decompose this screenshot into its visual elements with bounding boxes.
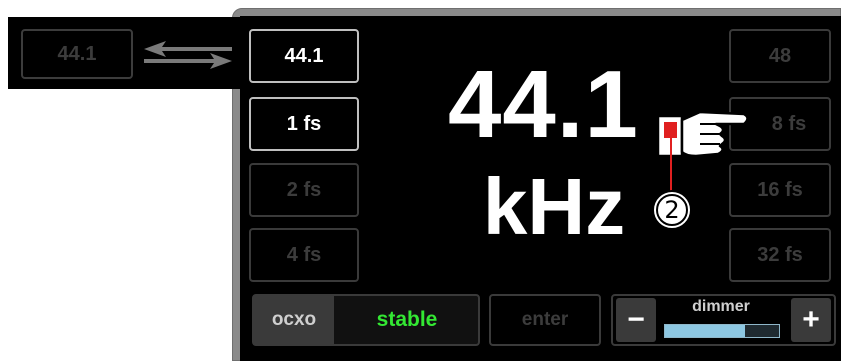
step-badge: 2	[652, 190, 692, 230]
dimmer-slider[interactable]	[664, 324, 780, 338]
rate-button-label: 2 fs	[286, 178, 322, 201]
minus-icon: −	[627, 303, 645, 336]
rate-button-48[interactable]: 48	[729, 29, 831, 83]
rate-button-2fs[interactable]: 2 fs	[249, 163, 359, 217]
dimmer-label: dimmer	[692, 298, 750, 315]
source-rate-label: 44.1	[57, 42, 97, 65]
enter-button[interactable]: enter	[489, 294, 601, 346]
rate-button-label: 32 fs	[757, 243, 803, 266]
dimmer-minus-button[interactable]: −	[616, 298, 656, 342]
ocxo-status-text: stable	[376, 308, 438, 331]
dimmer-level-fill	[665, 325, 745, 337]
rate-button-16fs[interactable]: 16 fs	[729, 163, 831, 217]
dimmer-plus-button[interactable]: +	[791, 298, 831, 342]
rate-button-4fs[interactable]: 4 fs	[249, 228, 359, 282]
frequency-readout: 44.1	[448, 51, 639, 158]
source-rate-box: 44.1	[21, 29, 133, 79]
rate-button-label: 8 fs	[771, 112, 807, 135]
pointer-connector-line	[670, 134, 672, 192]
step-number: 2	[656, 194, 688, 226]
enter-label: enter	[521, 309, 569, 330]
rate-button-label: 4 fs	[286, 243, 322, 266]
rate-button-label: 44.1	[284, 44, 324, 67]
left-right-arrows-icon	[144, 41, 232, 69]
rate-button-44-1[interactable]: 44.1	[249, 29, 359, 83]
rate-button-label: 1 fs	[286, 112, 322, 135]
plus-icon: +	[802, 303, 820, 336]
rate-button-label: 48	[768, 44, 792, 67]
frequency-unit: kHz	[482, 162, 626, 251]
rate-button-32fs[interactable]: 32 fs	[729, 228, 831, 282]
ocxo-label: ocxo	[254, 296, 334, 344]
rate-button-1fs[interactable]: 1 fs	[249, 97, 359, 151]
rate-button-label: 16 fs	[757, 178, 803, 201]
